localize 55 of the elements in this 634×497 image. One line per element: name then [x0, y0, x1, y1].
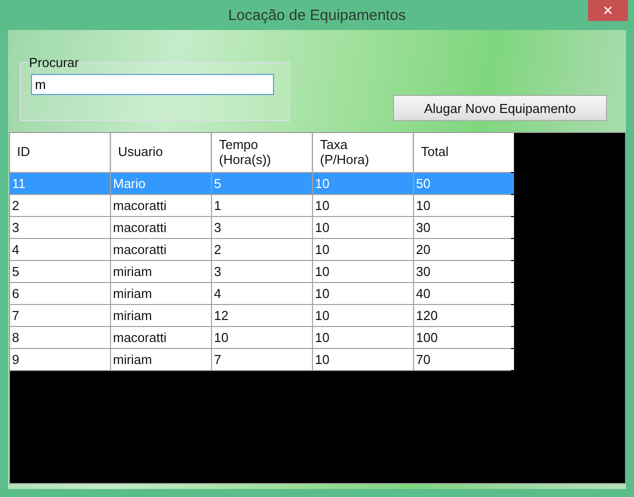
table-cell: 10	[313, 261, 413, 282]
table-cell: 10	[313, 283, 413, 304]
table-cell: 10	[313, 327, 413, 348]
table-cell: 3	[212, 217, 312, 238]
table-cell: miriam	[111, 261, 211, 282]
table-cell: macoratti	[111, 217, 211, 238]
search-field[interactable]: m	[31, 74, 274, 95]
table-cell: 10	[212, 327, 312, 348]
table-cell: 70	[414, 349, 514, 370]
table-cell: macoratti	[111, 239, 211, 260]
group-label: Procurar	[28, 55, 80, 70]
table-cell: 50	[414, 173, 514, 194]
table-cell: miriam	[111, 305, 211, 326]
table-cell: macoratti	[111, 195, 211, 216]
table-cell: 40	[414, 283, 514, 304]
column-header[interactable]: ID	[10, 133, 110, 172]
table-cell: 1	[212, 195, 312, 216]
table-cell: 8	[10, 327, 110, 348]
table-cell: miriam	[111, 283, 211, 304]
rent-button[interactable]: Alugar Novo Equipamento	[393, 95, 607, 121]
table-cell: 10	[313, 305, 413, 326]
table-cell: 3	[10, 217, 110, 238]
table-cell: 2	[212, 239, 312, 260]
table-cell: 7	[212, 349, 312, 370]
table-cell: 10	[313, 239, 413, 260]
table-cell: 10	[414, 195, 514, 216]
table-cell: 4	[212, 283, 312, 304]
table-cell: 20	[414, 239, 514, 260]
table-cell: miriam	[111, 349, 211, 370]
column-header[interactable]: Usuario	[111, 133, 211, 172]
table-cell: 12	[212, 305, 312, 326]
column-header[interactable]: Total	[414, 133, 514, 172]
table-cell: 120	[414, 305, 514, 326]
table-cell: 4	[10, 239, 110, 260]
table-cell: 30	[414, 217, 514, 238]
table-cell: 9	[10, 349, 110, 370]
table-cell: 10	[313, 195, 413, 216]
table-cell: 5	[10, 261, 110, 282]
column-header[interactable]: Tempo (Hora(s))	[212, 133, 312, 172]
window-title: Locação de Equipamentos	[228, 6, 406, 24]
column-header[interactable]: Taxa (P/Hora)	[313, 133, 413, 172]
table-cell: 6	[10, 283, 110, 304]
table-cell: 10	[313, 173, 413, 194]
table-cell: 2	[10, 195, 110, 216]
table-cell: 11	[10, 173, 110, 194]
table-cell: 10	[313, 217, 413, 238]
table-cell: 30	[414, 261, 514, 282]
table-cell: 10	[313, 349, 413, 370]
table-cell: macoratti	[111, 327, 211, 348]
table-cell: Mario	[111, 173, 211, 194]
table-cell: 5	[212, 173, 312, 194]
table-cell: 100	[414, 327, 514, 348]
table-cell: 7	[10, 305, 110, 326]
table-cell: 3	[212, 261, 312, 282]
close-button[interactable]: ✕	[588, 0, 628, 21]
